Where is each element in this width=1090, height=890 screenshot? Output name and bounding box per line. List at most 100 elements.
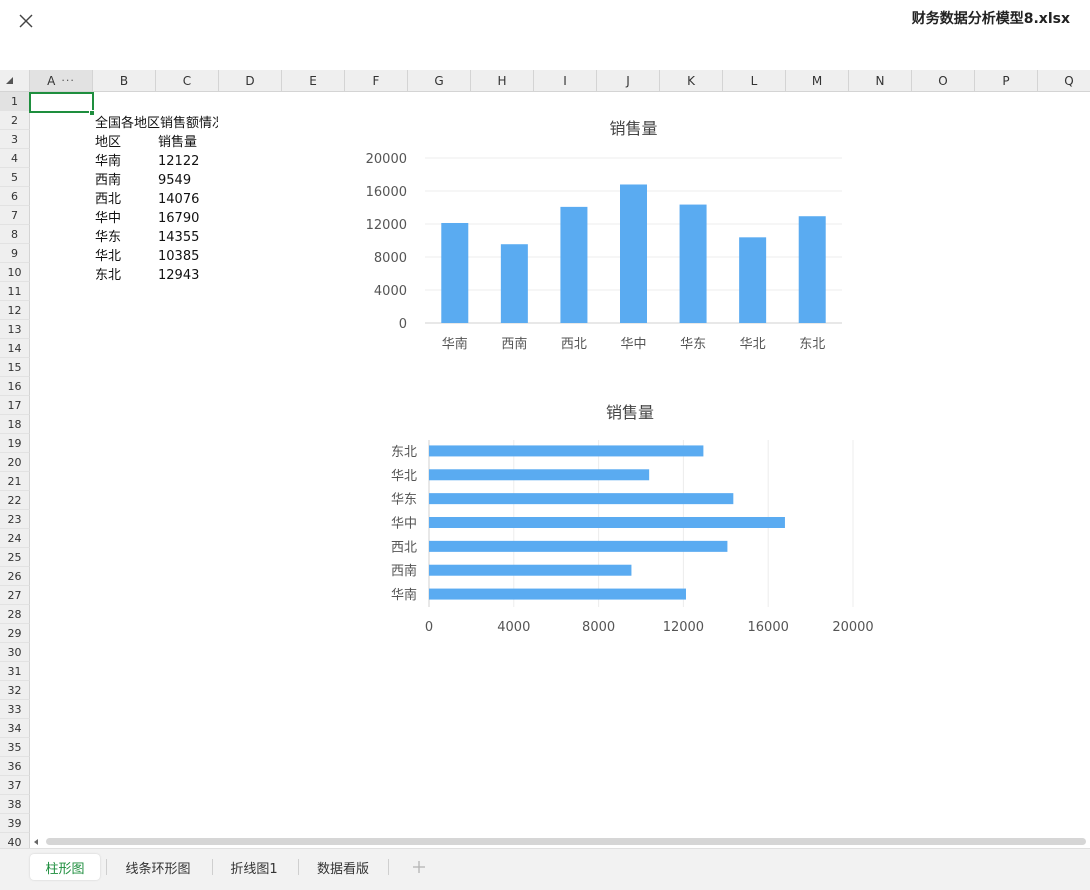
vertical-bar-chart[interactable]: 销售量 0 4000 8000 12000 16000 20000 华南 西南 西北 华中 华东 华北 东… <box>355 110 855 360</box>
column-header-l[interactable]: L <box>723 70 786 92</box>
scrollbar-thumb[interactable] <box>46 838 1086 845</box>
row-header-31[interactable]: 31 <box>0 662 30 681</box>
row-header-6[interactable]: 6 <box>0 187 30 206</box>
spreadsheet-grid[interactable]: A ··· B C D E F G H I J K L M N O P Q 1 2 3 4 5 6 7 8 9 10 11 12 13 14… <box>0 70 1090 850</box>
row-header-37[interactable]: 37 <box>0 776 30 795</box>
column-header-k[interactable]: K <box>660 70 723 92</box>
region-cell[interactable]: 华中 <box>95 209 121 228</box>
row-header-21[interactable]: 21 <box>0 472 30 491</box>
header-sales-cell[interactable]: 销售量 <box>158 133 197 152</box>
column-more-icon[interactable]: ··· <box>61 74 75 87</box>
region-cell[interactable]: 东北 <box>95 266 121 285</box>
row-header-1[interactable]: 1 <box>0 92 30 111</box>
column-header-q[interactable]: Q <box>1038 70 1090 92</box>
sheet-tab-2[interactable]: 折线图1 <box>218 854 290 880</box>
table-title-cell[interactable]: 全国各地区销售额情况 <box>95 114 218 133</box>
row-header-15[interactable]: 15 <box>0 358 30 377</box>
row-header-18[interactable]: 18 <box>0 415 30 434</box>
sales-cell[interactable]: 12943 <box>158 266 199 285</box>
row-header-25[interactable]: 25 <box>0 548 30 567</box>
row-header-33[interactable]: 33 <box>0 700 30 719</box>
selected-cell-a1[interactable] <box>29 92 94 113</box>
bar-6[interactable] <box>798 216 826 323</box>
horizontal-bar-chart[interactable]: 销售量 0 4000 8000 12000 16000 20000 华南 西南 西北 华中 华东 华北 东… <box>355 395 885 645</box>
row-header-11[interactable]: 11 <box>0 282 30 301</box>
row-header-39[interactable]: 39 <box>0 814 30 833</box>
region-cell[interactable]: 西北 <box>95 190 121 209</box>
add-sheet-button[interactable] <box>408 855 430 879</box>
header-region-cell[interactable]: 地区 <box>95 133 121 152</box>
row-header-4[interactable]: 4 <box>0 149 30 168</box>
row-header-19[interactable]: 19 <box>0 434 30 453</box>
column-header-h[interactable]: H <box>471 70 534 92</box>
row-header-2[interactable]: 2 <box>0 111 30 130</box>
column-header-i[interactable]: I <box>534 70 597 92</box>
scroll-left-arrow-icon[interactable] <box>34 839 38 845</box>
sheet-tab-0[interactable]: 柱形图 <box>30 854 100 880</box>
region-cell[interactable]: 华东 <box>95 228 121 247</box>
bar-4[interactable] <box>429 493 734 505</box>
sales-cell[interactable]: 16790 <box>158 209 199 228</box>
row-header-27[interactable]: 27 <box>0 586 30 605</box>
row-header-28[interactable]: 28 <box>0 605 30 624</box>
region-cell[interactable]: 华北 <box>95 247 121 266</box>
column-header-p[interactable]: P <box>975 70 1038 92</box>
bar-6[interactable] <box>429 445 704 457</box>
row-header-36[interactable]: 36 <box>0 757 30 776</box>
column-header-e[interactable]: E <box>282 70 345 92</box>
region-cell[interactable]: 华南 <box>95 152 121 171</box>
bar-2[interactable] <box>429 540 728 552</box>
sheet-tab-3[interactable]: 数据看版 <box>304 854 382 880</box>
row-header-7[interactable]: 7 <box>0 206 30 225</box>
sales-cell[interactable]: 14355 <box>158 228 199 247</box>
sheet-tab-1[interactable]: 线条环形图 <box>112 854 204 880</box>
row-header-3[interactable]: 3 <box>0 130 30 149</box>
row-header-16[interactable]: 16 <box>0 377 30 396</box>
row-header-32[interactable]: 32 <box>0 681 30 700</box>
row-header-35[interactable]: 35 <box>0 738 30 757</box>
row-header-24[interactable]: 24 <box>0 529 30 548</box>
row-header-13[interactable]: 13 <box>0 320 30 339</box>
column-header-a[interactable]: A ··· <box>30 70 93 92</box>
sales-cell[interactable]: 10385 <box>158 247 199 266</box>
bar-0[interactable] <box>441 222 469 323</box>
row-header-38[interactable]: 38 <box>0 795 30 814</box>
sales-cell[interactable]: 12122 <box>158 152 199 171</box>
column-header-j[interactable]: J <box>597 70 660 92</box>
sales-cell[interactable]: 9549 <box>158 171 191 190</box>
row-header-34[interactable]: 34 <box>0 719 30 738</box>
row-header-22[interactable]: 22 <box>0 491 30 510</box>
row-header-26[interactable]: 26 <box>0 567 30 586</box>
bar-0[interactable] <box>429 588 686 600</box>
bar-3[interactable] <box>429 517 785 528</box>
column-header-f[interactable]: F <box>345 70 408 92</box>
row-header-10[interactable]: 10 <box>0 263 30 282</box>
row-header-17[interactable]: 17 <box>0 396 30 415</box>
column-header-c[interactable]: C <box>156 70 219 92</box>
column-header-m[interactable]: M <box>786 70 849 92</box>
select-all-corner[interactable] <box>0 70 30 92</box>
row-header-20[interactable]: 20 <box>0 453 30 472</box>
column-header-o[interactable]: O <box>912 70 975 92</box>
bar-3[interactable] <box>620 184 647 323</box>
column-header-b[interactable]: B <box>93 70 156 92</box>
sales-cell[interactable]: 14076 <box>158 190 199 209</box>
bar-4[interactable] <box>679 204 707 323</box>
bar-1[interactable] <box>429 564 632 576</box>
horizontal-scrollbar[interactable] <box>30 836 1090 848</box>
row-header-9[interactable]: 9 <box>0 244 30 263</box>
bar-2[interactable] <box>560 206 588 323</box>
row-header-5[interactable]: 5 <box>0 168 30 187</box>
column-header-d[interactable]: D <box>219 70 282 92</box>
region-cell[interactable]: 西南 <box>95 171 121 190</box>
bar-5[interactable] <box>429 469 650 481</box>
row-header-29[interactable]: 29 <box>0 624 30 643</box>
bar-1[interactable] <box>500 244 528 323</box>
bar-5[interactable] <box>739 237 767 323</box>
column-header-g[interactable]: G <box>408 70 471 92</box>
row-header-14[interactable]: 14 <box>0 339 30 358</box>
row-header-30[interactable]: 30 <box>0 643 30 662</box>
close-button[interactable] <box>14 9 38 33</box>
row-header-12[interactable]: 12 <box>0 301 30 320</box>
row-header-8[interactable]: 8 <box>0 225 30 244</box>
